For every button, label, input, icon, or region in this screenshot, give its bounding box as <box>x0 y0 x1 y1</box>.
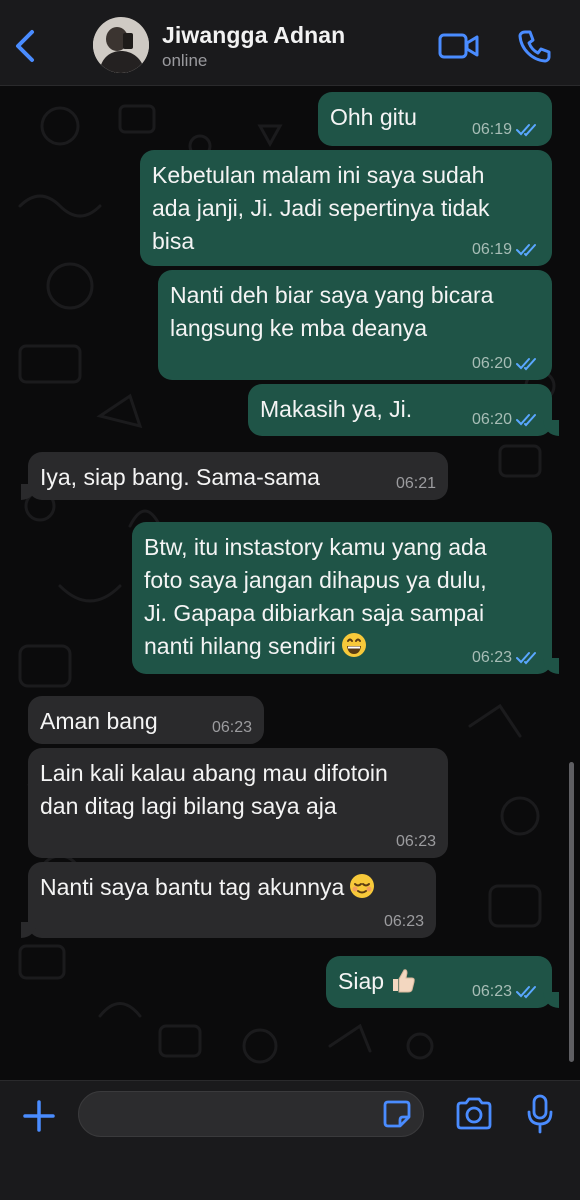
microphone-icon[interactable] <box>524 1093 556 1135</box>
message-meta: 06:19 <box>472 121 540 139</box>
message-time: 06:23 <box>395 833 436 850</box>
message-bubble-outgoing[interactable]: Ohh gitu 06:19 <box>318 92 552 146</box>
read-double-tick-icon <box>516 244 536 257</box>
relieved-face-emoji <box>350 874 375 898</box>
read-double-tick-icon <box>516 358 536 371</box>
message-text-content: Nanti saya bantu tag akunnya <box>40 874 345 900</box>
message-text-content: Btw, itu instastory kamu yang ada foto s… <box>144 534 487 659</box>
message-meta: 06:23 <box>472 983 540 1001</box>
chat-header: Jiwangga Adnan online <box>0 0 580 86</box>
message-time: 06:20 <box>471 411 512 428</box>
message-input[interactable] <box>78 1091 424 1137</box>
message-time: 06:23 <box>471 649 512 666</box>
read-double-tick-icon <box>516 986 536 999</box>
message-meta: 06:23 <box>212 719 252 737</box>
bubble-tail <box>543 992 559 1008</box>
scrollbar[interactable] <box>569 762 574 1062</box>
message-meta: 06:19 <box>472 241 540 259</box>
message-bubble-incoming[interactable]: Iya, siap bang. Sama-sama 06:21 <box>21 452 448 500</box>
composer-bar <box>0 1080 580 1200</box>
message-bubble-outgoing[interactable]: Makasih ya, Ji. 06:20 <box>248 384 559 436</box>
bubble-tail <box>21 484 37 500</box>
video-camera-icon[interactable] <box>438 30 480 62</box>
camera-icon[interactable] <box>454 1096 494 1132</box>
message-bubble-outgoing[interactable]: Kebetulan malam ini saya sudah ada janji… <box>140 150 552 266</box>
message-bubble-outgoing[interactable]: Btw, itu instastory kamu yang ada foto s… <box>132 522 559 674</box>
contact-name[interactable]: Jiwangga Adnan <box>162 22 345 49</box>
message-time: 06:21 <box>395 475 436 492</box>
read-double-tick-icon <box>516 652 536 665</box>
phone-icon[interactable] <box>516 28 552 64</box>
message-text: Nanti saya bantu tag akunnya <box>40 871 424 904</box>
message-text: Nanti deh biar saya yang bicara langsung… <box>170 282 494 341</box>
message-bubble-incoming[interactable]: Aman bang 06:23 <box>28 696 264 744</box>
grinning-face-emoji <box>341 633 366 657</box>
message-bubble-outgoing[interactable]: Siap 06:23 <box>326 956 559 1008</box>
message-meta: 06:21 <box>396 475 436 493</box>
message-meta: 06:20 <box>472 411 540 429</box>
message-meta: 06:23 <box>396 833 436 851</box>
message-bubble-incoming[interactable]: Lain kali kalau abang mau difotoin dan d… <box>28 748 448 858</box>
message-text: Iya, siap bang. Sama-sama <box>40 464 320 490</box>
message-text: Lain kali kalau abang mau difotoin dan d… <box>40 760 388 819</box>
message-time: 06:19 <box>471 241 512 258</box>
back-chevron-icon[interactable] <box>8 24 44 68</box>
plus-icon[interactable] <box>20 1097 58 1135</box>
message-meta: 06:20 <box>472 355 540 373</box>
message-time: 06:23 <box>211 719 252 736</box>
thumbs-up-emoji <box>393 969 415 993</box>
contact-status: online <box>162 51 208 70</box>
chat-screen: Jiwangga Adnan online Ohh gitu 06:19 Keb… <box>0 0 580 1200</box>
message-bubble-incoming[interactable]: Nanti saya bantu tag akunnya 06:23 <box>21 862 436 938</box>
message-time: 06:20 <box>471 355 512 372</box>
bubble-tail <box>543 420 559 436</box>
read-double-tick-icon <box>516 414 536 427</box>
message-text: Btw, itu instastory kamu yang ada foto s… <box>144 531 540 663</box>
read-double-tick-icon <box>516 124 536 137</box>
message-time: 06:23 <box>383 913 424 930</box>
message-time: 06:23 <box>471 983 512 1000</box>
avatar[interactable] <box>93 17 149 73</box>
sticker-icon[interactable] <box>382 1099 412 1129</box>
message-bubble-outgoing[interactable]: Nanti deh biar saya yang bicara langsung… <box>158 270 552 380</box>
message-meta: 06:23 <box>384 913 424 931</box>
bubble-tail <box>543 658 559 674</box>
message-meta: 06:23 <box>472 649 540 667</box>
bubble-tail <box>21 922 37 938</box>
message-text-content: Siap <box>338 968 385 994</box>
message-list[interactable]: Ohh gitu 06:19 Kebetulan malam ini saya … <box>0 86 580 1080</box>
message-time: 06:19 <box>471 121 512 138</box>
